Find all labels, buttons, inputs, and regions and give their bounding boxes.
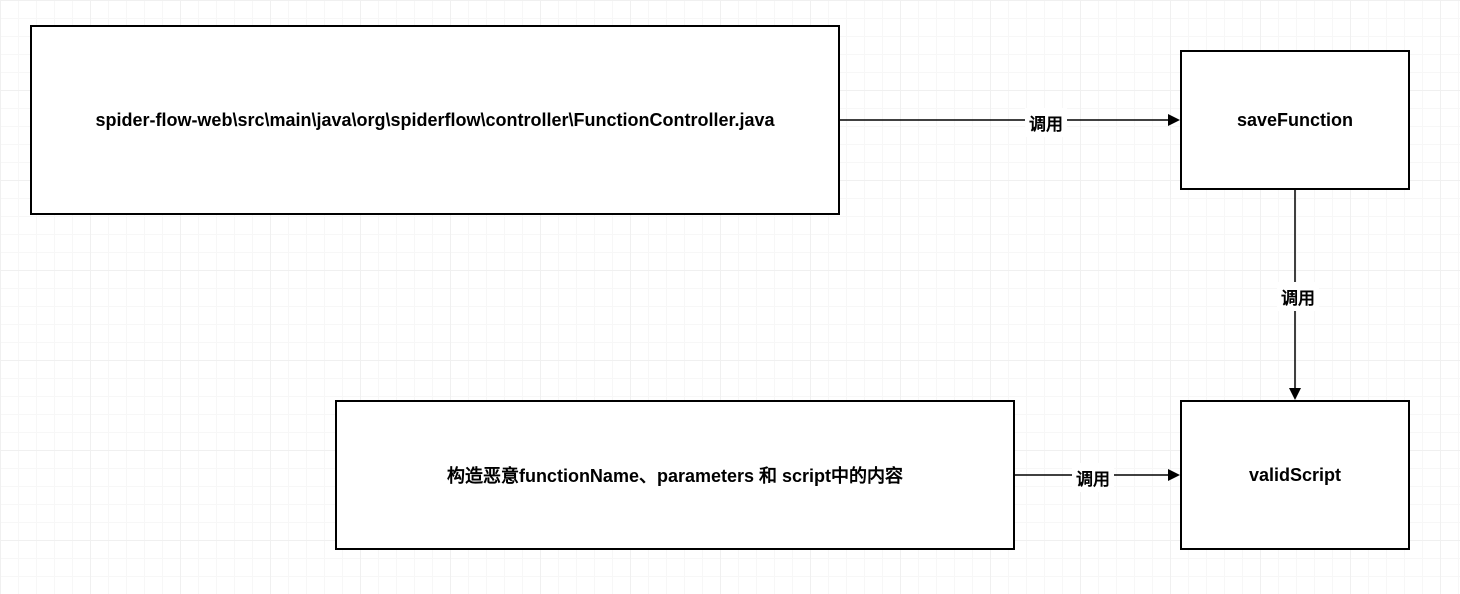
node-malicious-payload[interactable]: 构造恶意functionName、parameters 和 script中的内容: [335, 400, 1015, 550]
node-label: saveFunction: [1237, 110, 1353, 131]
edge-controller-to-save: [840, 110, 1180, 130]
node-function-controller[interactable]: spider-flow-web\src\main\java\org\spider…: [30, 25, 840, 215]
node-label: validScript: [1249, 465, 1341, 486]
node-valid-script[interactable]: validScript: [1180, 400, 1410, 550]
node-label: 构造恶意functionName、parameters 和 script中的内容: [447, 462, 903, 488]
edge-label-1: 调用: [1025, 108, 1067, 137]
node-save-function[interactable]: saveFunction: [1180, 50, 1410, 190]
edge-label-2: 调用: [1277, 282, 1319, 311]
edge-label-3: 调用: [1072, 463, 1114, 492]
node-label: spider-flow-web\src\main\java\org\spider…: [95, 110, 774, 131]
